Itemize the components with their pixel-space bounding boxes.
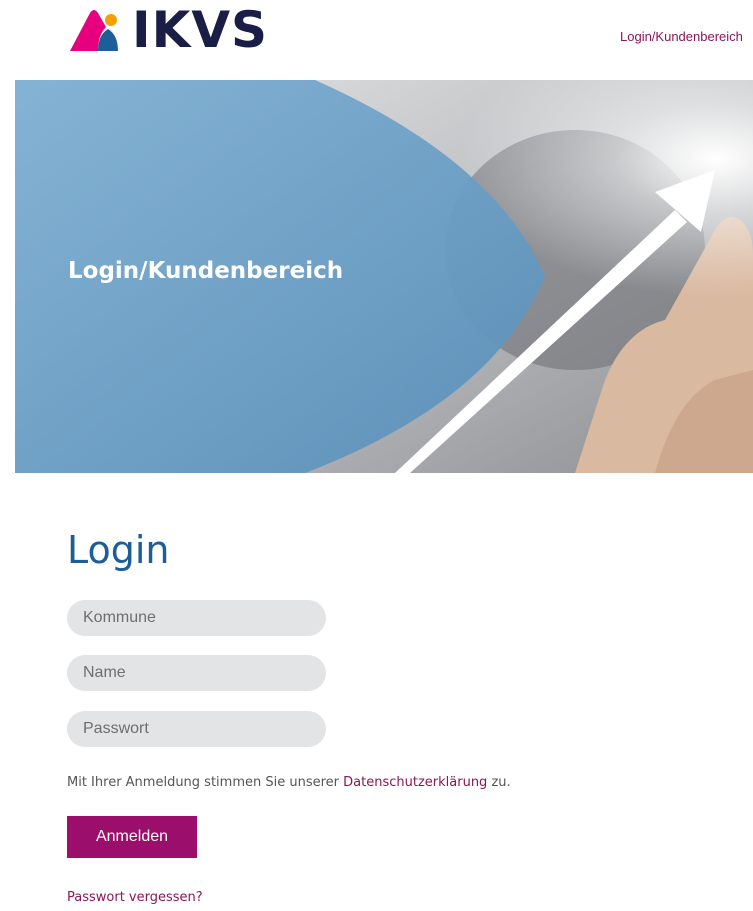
logo-wordmark: IKVS [132, 1, 269, 59]
consent-text: Mit Ihrer Anmeldung stimmen Sie unserer … [67, 775, 511, 790]
nav-link-login[interactable]: Login/Kundenbereich [620, 29, 743, 44]
consent-prefix: Mit Ihrer Anmeldung stimmen Sie unserer [67, 775, 344, 790]
hero-banner: Login/Kundenbereich [15, 80, 753, 473]
ikvs-logo-icon [68, 7, 128, 53]
name-input[interactable] [67, 655, 326, 691]
consent-suffix: zu. [487, 775, 511, 790]
login-heading: Login [67, 528, 170, 572]
kommune-input[interactable] [67, 600, 326, 636]
forgot-password-link[interactable]: Passwort vergessen? [67, 890, 203, 905]
login-button[interactable]: Anmelden [67, 816, 197, 858]
ikvs-logo[interactable]: IKVS [68, 1, 269, 59]
password-input[interactable] [67, 711, 326, 747]
privacy-policy-link[interactable]: Datenschutzerklärung [343, 775, 487, 790]
hero-title: Login/Kundenbereich [68, 258, 344, 284]
